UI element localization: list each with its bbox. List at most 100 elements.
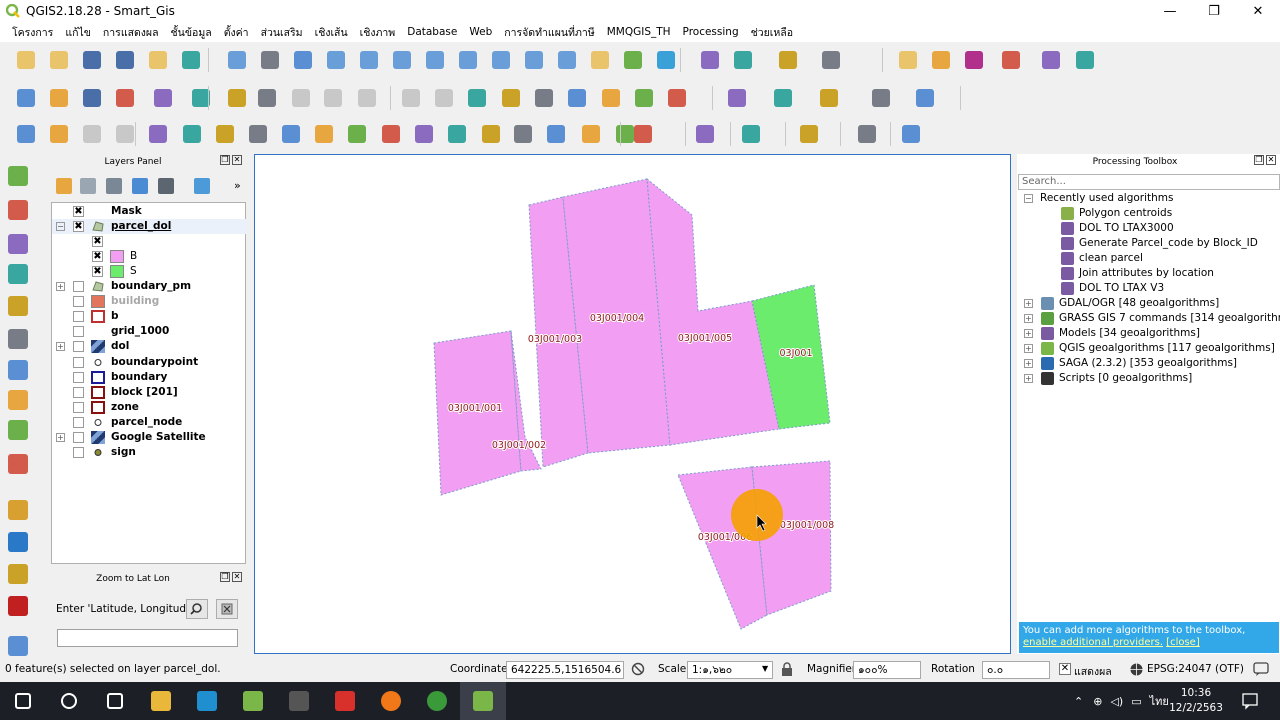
close-banner-link[interactable]: [close] bbox=[1166, 637, 1200, 648]
qgis-active-icon[interactable] bbox=[460, 682, 506, 720]
layer-row[interactable]: boundarypoint bbox=[52, 355, 247, 370]
menu-vector[interactable]: เชิงเส้น bbox=[309, 24, 354, 41]
home-icon[interactable] bbox=[6, 530, 32, 556]
layer-visibility-checkbox[interactable] bbox=[73, 311, 84, 323]
layer-row[interactable]: ✖ Mask bbox=[52, 204, 247, 219]
map-canvas[interactable]: 03J001/001 03J001/002 03J001/003 03J001/004… bbox=[254, 154, 1011, 654]
close-panel-icon[interactable]: ✕ bbox=[1266, 155, 1276, 165]
delete-ring-icon[interactable] bbox=[346, 123, 368, 145]
menu-layer[interactable]: ชั้นข้อมูล bbox=[165, 24, 218, 41]
merge-attributes-icon[interactable] bbox=[247, 123, 269, 145]
qgis-browser-icon[interactable] bbox=[184, 682, 230, 720]
rotate-point-icon[interactable] bbox=[280, 123, 302, 145]
layer-row[interactable]: sign bbox=[52, 445, 247, 460]
acrobat-icon[interactable] bbox=[322, 682, 368, 720]
add-delimited-text-icon[interactable] bbox=[6, 232, 32, 258]
save-edits-icon[interactable] bbox=[81, 87, 103, 109]
select-feature-icon[interactable] bbox=[777, 49, 799, 71]
field-calculator-icon[interactable] bbox=[930, 49, 952, 71]
menu-help[interactable]: ช่วยเหลือ bbox=[745, 24, 799, 41]
menu-raster[interactable]: เชิงภาพ bbox=[354, 24, 402, 41]
close-panel-icon[interactable]: ✕ bbox=[232, 572, 242, 582]
open-attribute-table-icon[interactable] bbox=[897, 49, 919, 71]
layer-row[interactable]: b bbox=[52, 309, 247, 324]
new-bookmark-icon[interactable] bbox=[589, 49, 611, 71]
menu-database[interactable]: Database bbox=[401, 26, 463, 38]
keyboard-icon[interactable]: ▭ bbox=[1131, 695, 1141, 708]
add-spatialite-icon[interactable] bbox=[6, 262, 32, 288]
split-icon[interactable] bbox=[181, 123, 203, 145]
expand-icon[interactable]: + bbox=[1024, 299, 1033, 308]
layer-visibility-checkbox[interactable] bbox=[73, 341, 84, 353]
scale-combo[interactable]: 1:๑,๖๒๐ bbox=[687, 661, 773, 679]
layer-row[interactable]: + boundary_pm bbox=[52, 279, 247, 294]
qgis-icon[interactable] bbox=[230, 682, 276, 720]
magnifier-spinbox[interactable]: ๑๐๐% bbox=[853, 661, 921, 679]
add-raster-layer-icon[interactable] bbox=[6, 198, 32, 224]
crs-status[interactable]: EPSG:24047 (OTF) bbox=[1147, 663, 1244, 675]
messages-icon[interactable] bbox=[1253, 662, 1269, 677]
expand-icon[interactable]: + bbox=[1024, 329, 1033, 338]
menu-plugins[interactable]: ส่วนเสริม bbox=[255, 24, 309, 41]
touch-zoom-icon[interactable] bbox=[226, 49, 248, 71]
zoom-full-icon[interactable] bbox=[424, 49, 446, 71]
layer-visibility-checkbox[interactable]: ✖ bbox=[73, 206, 84, 217]
add-ring-icon[interactable] bbox=[566, 87, 588, 109]
add-csv-icon[interactable] bbox=[6, 452, 32, 478]
add-virtual-layer-icon[interactable] bbox=[6, 418, 32, 444]
cut-features-icon[interactable] bbox=[290, 87, 312, 109]
layer-row[interactable]: building bbox=[52, 294, 247, 309]
manage-visibility-icon[interactable] bbox=[106, 178, 122, 194]
paste-features-icon[interactable] bbox=[356, 87, 378, 109]
rotation-spinbox[interactable]: ๐.๐ bbox=[982, 661, 1050, 679]
collapse-icon[interactable]: − bbox=[1024, 194, 1033, 203]
menu-edit[interactable]: แก้ไข bbox=[59, 24, 97, 41]
layer-visibility-checkbox[interactable] bbox=[73, 386, 84, 398]
layer-visibility-checkbox[interactable] bbox=[73, 431, 84, 443]
layer-icon[interactable] bbox=[856, 123, 878, 145]
float-panel-icon[interactable]: ❐ bbox=[1254, 155, 1264, 165]
annotation-icon[interactable] bbox=[1040, 49, 1062, 71]
layer-visibility-checkbox[interactable] bbox=[73, 326, 84, 338]
scissors-icon[interactable] bbox=[480, 123, 502, 145]
georeferencer-icon[interactable] bbox=[6, 498, 32, 524]
menu-web[interactable]: Web bbox=[463, 26, 498, 38]
menu-tax-map[interactable]: การจัดทำแผนที่ภาษี bbox=[498, 24, 600, 41]
add-part-poly-icon[interactable] bbox=[600, 87, 622, 109]
ellipse-icon[interactable] bbox=[818, 87, 840, 109]
layer-visibility-checkbox[interactable] bbox=[73, 446, 84, 458]
layer-visibility-checkbox[interactable] bbox=[73, 401, 84, 413]
lock-icon[interactable] bbox=[781, 662, 793, 677]
file-explorer-icon[interactable] bbox=[138, 682, 184, 720]
align-icon[interactable] bbox=[580, 123, 602, 145]
statistics-sigma-icon[interactable] bbox=[963, 49, 985, 71]
expand-icon[interactable]: + bbox=[1024, 374, 1033, 383]
refresh-icon[interactable] bbox=[655, 49, 677, 71]
add-feature-icon[interactable] bbox=[114, 87, 136, 109]
filter-expression-icon[interactable] bbox=[158, 178, 174, 194]
zoom-to-selection-icon[interactable] bbox=[457, 49, 479, 71]
redo-icon[interactable] bbox=[433, 87, 455, 109]
snapping-icon[interactable] bbox=[15, 123, 37, 145]
new-shapefile-icon[interactable] bbox=[6, 562, 32, 588]
layer-visibility-checkbox[interactable]: ✖ bbox=[73, 221, 84, 233]
expand-icon[interactable]: + bbox=[56, 432, 65, 442]
expand-icon[interactable]: + bbox=[56, 342, 65, 352]
firefox-icon[interactable] bbox=[368, 682, 414, 720]
digitize-icon[interactable] bbox=[466, 87, 488, 109]
expand-icon[interactable]: + bbox=[1024, 344, 1033, 353]
expand-icon[interactable]: + bbox=[1024, 314, 1033, 323]
layer-row[interactable]: boundary bbox=[52, 370, 247, 385]
zoom-out-icon[interactable] bbox=[358, 49, 380, 71]
split-parts-icon[interactable] bbox=[380, 123, 402, 145]
layer-visibility-checkbox[interactable]: ✖ bbox=[92, 236, 103, 248]
volume-icon[interactable]: ◁) bbox=[1110, 695, 1123, 708]
measure-icon[interactable] bbox=[1000, 49, 1022, 71]
zoom-next-icon[interactable] bbox=[556, 49, 578, 71]
undo-icon[interactable] bbox=[400, 87, 422, 109]
add-vector-layer-icon[interactable] bbox=[6, 164, 32, 190]
layer-visibility-checkbox[interactable] bbox=[73, 296, 84, 308]
undo-gray-icon[interactable] bbox=[81, 123, 103, 145]
offset-curve-icon[interactable] bbox=[914, 87, 936, 109]
layer-row[interactable]: grid_1000 bbox=[52, 324, 247, 339]
